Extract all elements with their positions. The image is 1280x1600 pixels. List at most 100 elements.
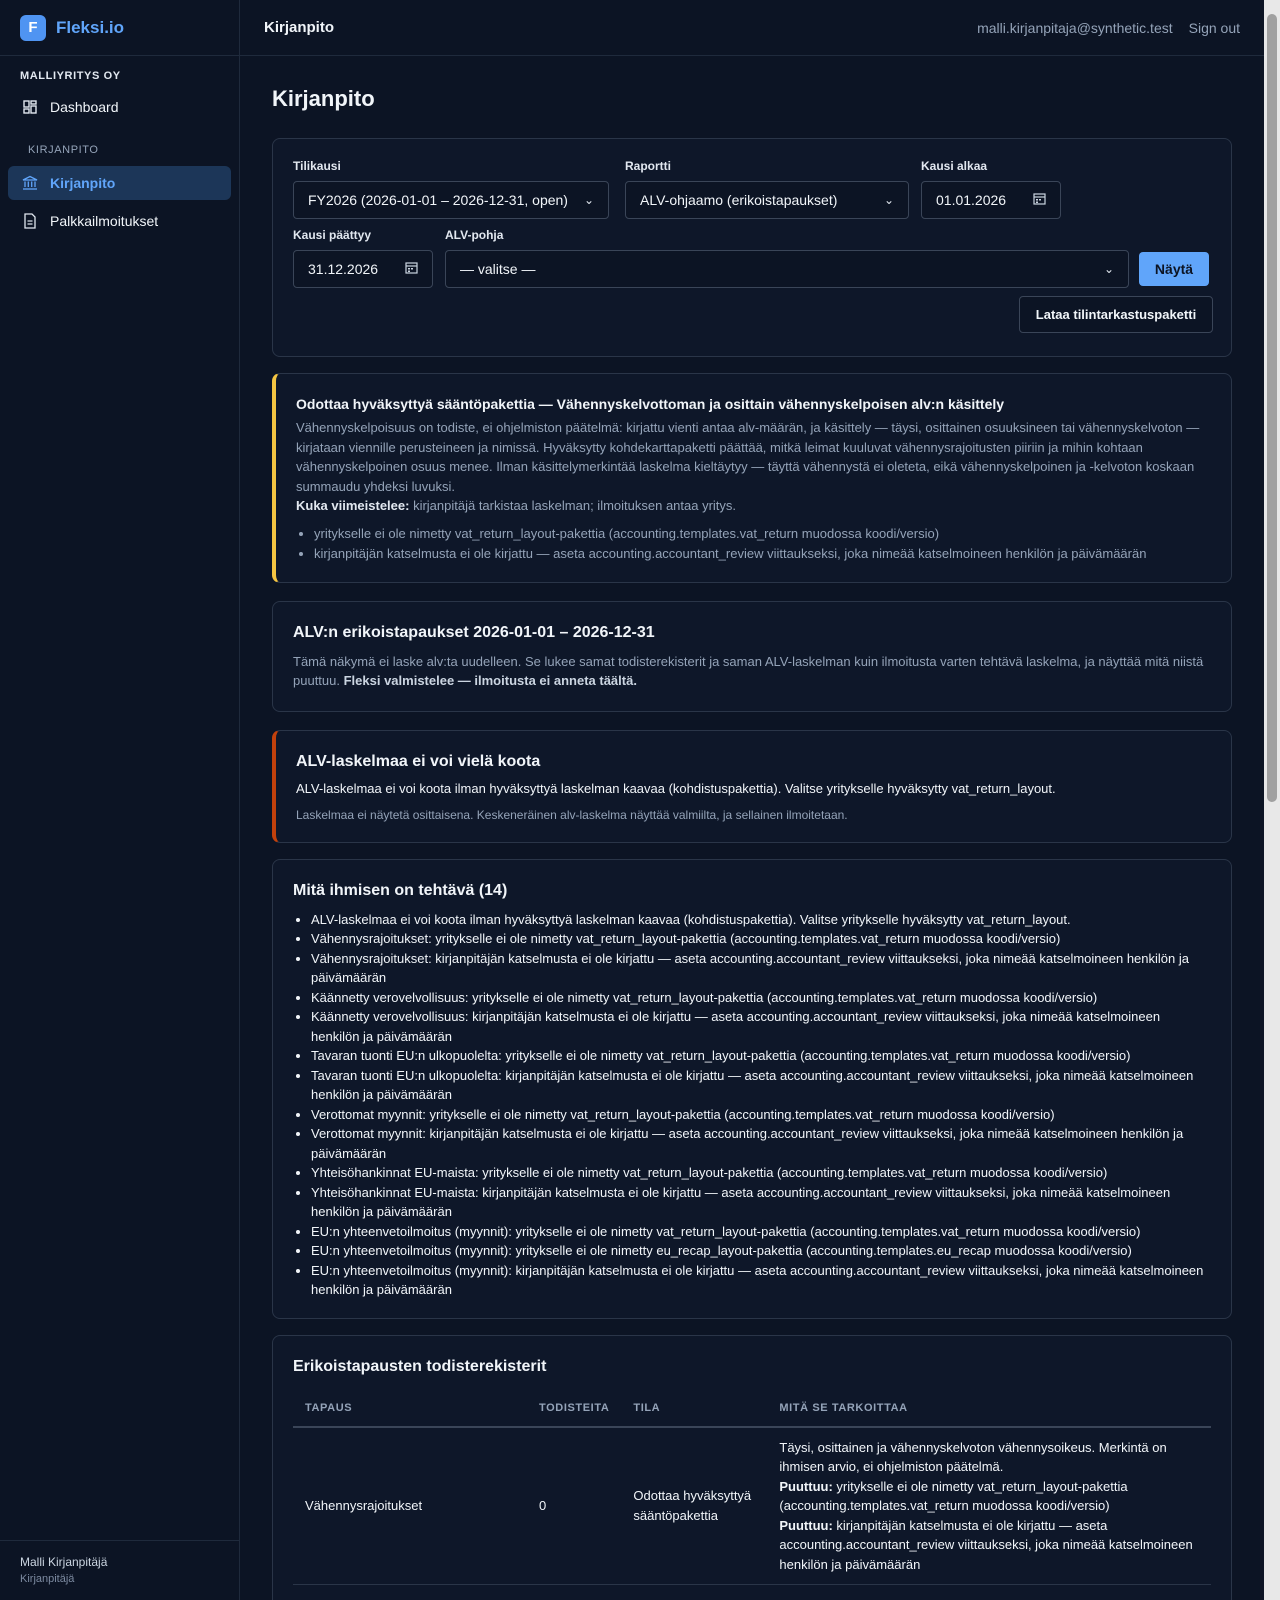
sidebar-item-label: Dashboard: [50, 99, 119, 115]
list-item: Tavaran tuonti EU:n ulkopuolelta: yrityk…: [311, 1046, 1211, 1066]
company-name: MALLIYRITYS OY: [20, 70, 121, 82]
column-header: TODISTEITA: [527, 1395, 622, 1428]
chevron-down-icon: ⌄: [1103, 262, 1114, 276]
download-audit-package-button[interactable]: Lataa tilintarkastuspaketti: [1019, 296, 1213, 333]
period-start-value: 01.01.2026: [936, 192, 1007, 208]
report-select[interactable]: ALV-ohjaamo (erikoistapaukset) ⌄: [625, 181, 909, 219]
user-role: Kirjanpitäjä: [20, 1573, 75, 1585]
brand[interactable]: F Fleksi.io: [0, 0, 239, 56]
user-info: Malli Kirjanpitäjä Kirjanpitäjä: [0, 1540, 239, 1600]
period-end-value: 31.12.2026: [308, 261, 379, 277]
sidebar: F Fleksi.io MALLIYRITYS OY Dashboard KIR…: [0, 0, 240, 1600]
page-scrollbar[interactable]: [1264, 0, 1280, 1600]
missing-item: Puuttuu: kirjanpitäjän katselmusta ei ol…: [779, 1516, 1199, 1575]
list-item: yritykselle ei ole nimetty vat_return_la…: [314, 524, 1211, 544]
list-item: ALV-laskelmaa ei voi koota ilman hyväksy…: [311, 910, 1211, 930]
user-name: Malli Kirjanpitäjä: [20, 1555, 108, 1569]
document-icon: [22, 213, 38, 229]
warning-title: Odottaa hyväksyttyä sääntöpakettia — Väh…: [296, 396, 1005, 412]
report-value: ALV-ohjaamo (erikoistapaukset): [640, 192, 838, 208]
missing-item: Puuttuu: yritykselle ei ole nimetty vat_…: [779, 1477, 1199, 1516]
error-note: Laskelmaa ei näytetä osittaisena. Kesken…: [296, 807, 848, 822]
filter-panel: Tilikausi FY2026 (2026-01-01 – 2026-12-3…: [272, 138, 1232, 357]
list-item: Yhteisöhankinnat EU-maista: kirjanpitäjä…: [311, 1183, 1211, 1222]
column-header: TAPAUS: [293, 1395, 527, 1428]
finalizer-text: kirjanpitäjä tarkistaa laskelman; ilmoit…: [409, 498, 737, 513]
missing-text: kirjanpitäjän katselmusta ei ole kirjatt…: [779, 1517, 1193, 1572]
list-item: kirjanpitäjän katselmusta ei ole kirjatt…: [314, 544, 1211, 564]
sidebar-item-palkkailmoitukset[interactable]: Palkkailmoitukset: [8, 204, 231, 238]
list-item: Vähennysrajoitukset: kirjanpitäjän katse…: [311, 949, 1211, 988]
nav-section-label: KIRJANPITO: [28, 144, 99, 156]
info-bold-text: Fleksi valmistelee — ilmoitusta ei annet…: [343, 673, 637, 688]
missing-label: Puuttuu:: [779, 1517, 833, 1533]
calendar-icon[interactable]: [405, 261, 418, 277]
error-message: ALV-laskelmaa ei voi koota ilman hyväksy…: [296, 780, 1056, 796]
sidebar-item-label: Kirjanpito: [50, 175, 116, 191]
evidence-registers: Erikoistapausten todisterekisterit TAPAU…: [272, 1334, 1232, 1600]
list-item: EU:n yhteenvetoilmoitus (myynnit): yrity…: [311, 1241, 1211, 1261]
info-body: Tämä näkymä ei laske alv:ta uudelleen. S…: [293, 652, 1211, 691]
page-title: Kirjanpito: [272, 86, 375, 111]
status-cell: Odottaa hyväksyttyä sääntöpakettia: [621, 1426, 768, 1585]
fiscal-year-select[interactable]: FY2026 (2026-01-01 – 2026-12-31, open) ⌄: [293, 181, 609, 219]
period-start-label: Kausi alkaa: [921, 159, 988, 173]
tasks-list: ALV-laskelmaa ei voi koota ilman hyväksy…: [293, 910, 1211, 1300]
sidebar-item-label: Palkkailmoitukset: [50, 213, 159, 229]
meaning-cell: Täysi, osittainen ja vähennyskelvoton vä…: [767, 1426, 1211, 1585]
fiscal-year-label: Tilikausi: [293, 159, 341, 173]
fiscal-year-value: FY2026 (2026-01-01 – 2026-12-31, open): [308, 192, 568, 208]
list-item: Verottomat myynnit: kirjanpitäjän katsel…: [311, 1124, 1211, 1163]
finalizer-label: Kuka viimeistelee:: [296, 498, 410, 513]
list-item: EU:n yhteenvetoilmoitus (myynnit): kirja…: [311, 1261, 1211, 1300]
human-tasks: Mitä ihmisen on tehtävä (14) ALV-laskelm…: [272, 858, 1232, 1319]
finalizer-note: Kuka viimeistelee: kirjanpitäjä tarkista…: [296, 496, 1211, 516]
list-item: Verottomat myynnit: yritykselle ei ole n…: [311, 1105, 1211, 1125]
scrollbar-thumb[interactable]: [1267, 14, 1277, 802]
error-title: ALV-laskelmaa ei voi vielä koota: [296, 752, 541, 770]
chevron-down-icon: ⌄: [883, 193, 894, 207]
sign-out-link[interactable]: Sign out: [1189, 20, 1240, 36]
bank-icon: [22, 175, 38, 191]
report-label: Raportti: [625, 159, 671, 173]
list-item: Yhteisöhankinnat EU-maista: yritykselle …: [311, 1163, 1211, 1183]
table-row: Vähennysrajoitukset 0 Odottaa hyväksytty…: [293, 1426, 1211, 1585]
info-title: ALV:n erikoistapaukset 2026-01-01 – 2026…: [293, 623, 655, 641]
meaning-text: Täysi, osittainen ja vähennyskelvoton vä…: [779, 1439, 1167, 1475]
list-item: Vähennysrajoitukset: yritykselle ei ole …: [311, 929, 1211, 949]
brand-name: Fleksi.io: [56, 17, 125, 37]
list-item: Tavaran tuonti EU:n ulkopuolelta: kirjan…: [311, 1066, 1211, 1105]
dashboard-icon: [22, 99, 38, 115]
missing-label: Puuttuu:: [779, 1478, 833, 1494]
list-item: Käännetty verovelvollisuus: kirjanpitäjä…: [311, 1007, 1211, 1046]
special-cases-info: ALV:n erikoistapaukset 2026-01-01 – 2026…: [272, 600, 1232, 712]
registers-title: Erikoistapausten todisterekisterit: [293, 1357, 547, 1375]
list-item: EU:n yhteenvetoilmoitus (myynnit): yrity…: [311, 1222, 1211, 1242]
user-email: malli.kirjanpitaja@synthetic.test: [977, 19, 1173, 36]
tasks-title: Mitä ihmisen on tehtävä (14): [293, 881, 508, 899]
list-item: Käännetty verovelvollisuus: yritykselle …: [311, 988, 1211, 1008]
period-end-label: Kausi päättyy: [293, 228, 372, 242]
topbar: Kirjanpito malli.kirjanpitaja@synthetic.…: [240, 0, 1264, 56]
vat-template-label: ALV-pohja: [445, 228, 504, 242]
topbar-title: Kirjanpito: [264, 19, 334, 36]
period-end-input[interactable]: 31.12.2026: [293, 250, 433, 288]
case-cell: Vähennysrajoitukset: [293, 1426, 527, 1585]
count-cell: 0: [527, 1426, 622, 1585]
registers-table: TAPAUS TODISTEITA TILA MITÄ SE TARKOITTA…: [293, 1395, 1211, 1585]
show-button[interactable]: Näytä: [1139, 252, 1209, 286]
brand-logo-icon: F: [20, 14, 46, 41]
period-start-input[interactable]: 01.01.2026: [921, 181, 1061, 219]
column-header: MITÄ SE TARKOITTAA: [767, 1395, 1211, 1428]
column-header: TILA: [621, 1395, 768, 1428]
sidebar-item-dashboard[interactable]: Dashboard: [8, 90, 231, 124]
calendar-icon[interactable]: [1033, 192, 1046, 208]
sidebar-item-kirjanpito[interactable]: Kirjanpito: [8, 166, 231, 200]
warning-body: Vähennyskelpoisuus on todiste, ei ohjelm…: [296, 420, 1200, 494]
chevron-down-icon: ⌄: [583, 193, 594, 207]
warning-list: yritykselle ei ole nimetty vat_return_la…: [296, 524, 1211, 564]
pending-rules-warning: Odottaa hyväksyttyä sääntöpakettia — Väh…: [272, 373, 1232, 583]
vat-return-error: ALV-laskelmaa ei voi vielä koota ALV-las…: [272, 729, 1232, 843]
vat-template-select[interactable]: — valitse — ⌄: [445, 250, 1129, 288]
main-content: Kirjanpito Tilikausi FY2026 (2026-01-01 …: [272, 56, 1232, 1600]
